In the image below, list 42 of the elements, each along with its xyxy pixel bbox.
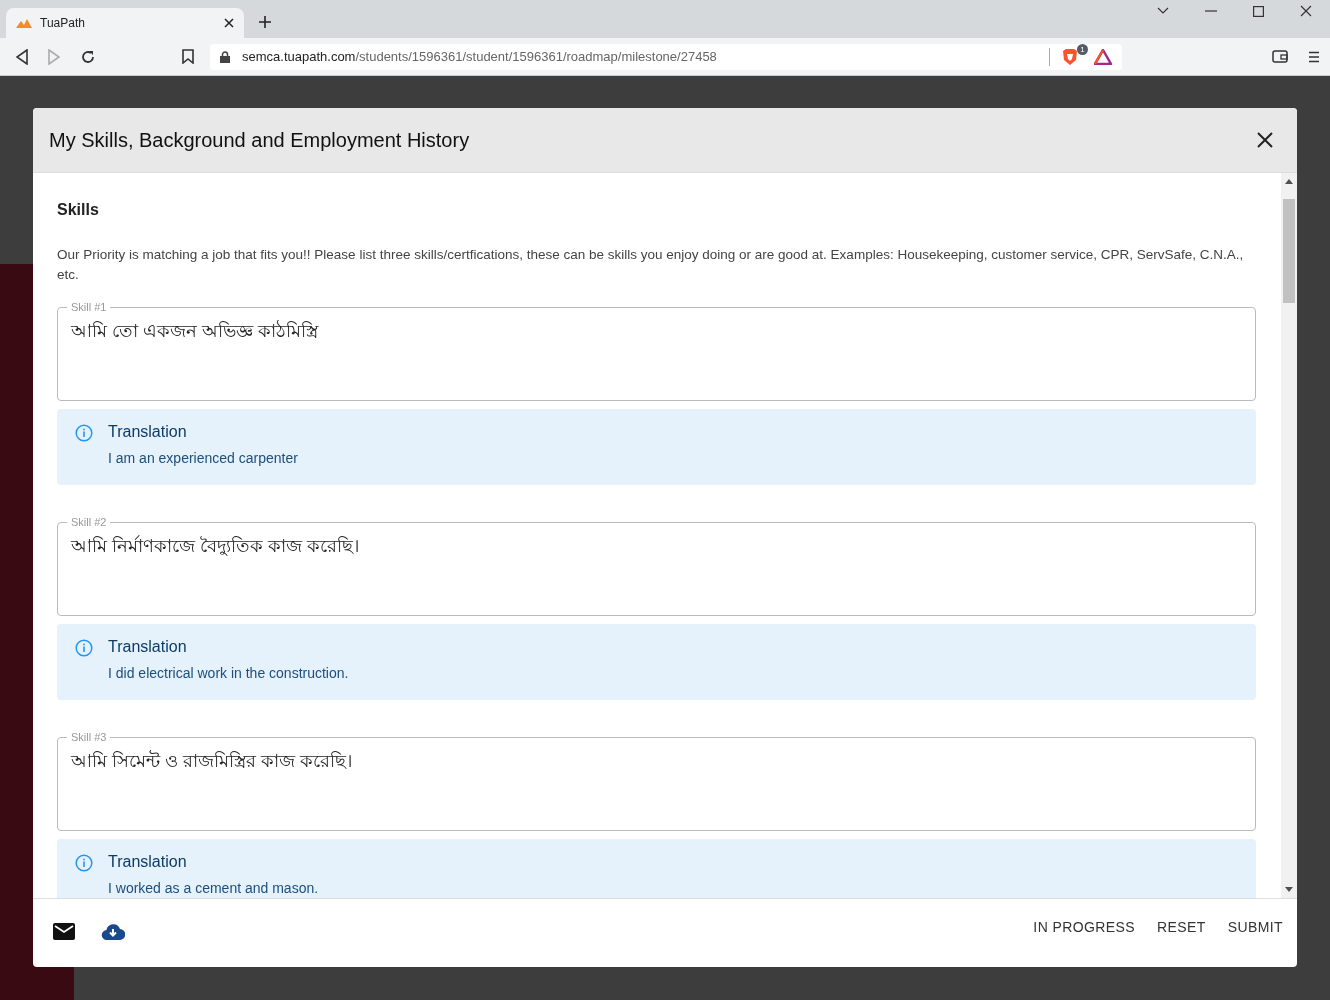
address-bar[interactable]: semca.tuapath.com/students/1596361/student/1596361/roadmap/milestone/27458 1 xyxy=(210,43,1122,70)
close-icon[interactable] xyxy=(224,18,234,28)
alert-title: Translation xyxy=(108,853,188,871)
action-button[interactable]: SUBMIT xyxy=(1223,913,1287,941)
field-label: Skill #3 xyxy=(70,731,108,743)
alert-title: Translation xyxy=(108,638,188,656)
envelope-icon[interactable] xyxy=(53,922,75,940)
back-icon[interactable] xyxy=(16,48,28,65)
action-button[interactable]: RESET xyxy=(1153,913,1210,941)
chevron-down-icon[interactable] xyxy=(1157,7,1169,15)
bookmark-icon[interactable] xyxy=(182,49,194,64)
mountain-logo-icon xyxy=(16,18,32,28)
lock-icon xyxy=(220,50,230,63)
scrollbar[interactable] xyxy=(1281,173,1297,898)
browser-tab[interactable]: TuaPath xyxy=(6,8,244,38)
skill-text-area[interactable]: Skill #3 আমি সিমেন্ট ও রাজমিস্ত্রির কাজ করেছি। xyxy=(57,731,1256,831)
dialog-title: My Skills, Background and Employment History xyxy=(49,128,471,152)
close-icon[interactable] xyxy=(1300,5,1312,17)
skill-text-area[interactable]: Skill #1 আমি তো একজন অভিজ্ঞ কাঠমিস্ত্রি xyxy=(57,301,1256,401)
maximize-icon[interactable] xyxy=(1253,5,1264,17)
field-label: Skill #1 xyxy=(70,301,108,313)
info-icon xyxy=(75,639,93,657)
triangle-logo-icon[interactable] xyxy=(1094,48,1112,65)
info-icon xyxy=(75,424,93,442)
reload-icon[interactable] xyxy=(80,48,96,65)
translation-text: I am an experienced carpenter xyxy=(108,450,298,466)
skill-text-area[interactable]: Skill #2 আমি নির্মাণকাজে বৈদ্যুতিক কাজ করেছি। xyxy=(57,516,1256,616)
translation-text: I did electrical work in the construction. xyxy=(108,665,349,681)
instructions-text: Our Priority is matching a job that fits you!! Please list three skills/certfications, these can be skills you enjoy doing or are good at. Examples: Housekeeping, customer service, CPR, ServSafe, C.N.A., etc. xyxy=(57,246,1245,284)
action-button[interactable]: IN PROGRESS xyxy=(1029,913,1139,941)
translation-text: I worked as a cement and mason. xyxy=(108,880,319,896)
menu-icon[interactable] xyxy=(1308,50,1320,63)
plus-icon[interactable] xyxy=(258,15,272,29)
url-text: semca.tuapath.com/students/1596361/student/1596361/roadmap/milestone/27458 xyxy=(242,49,717,64)
count-badge: 1 xyxy=(1077,43,1088,55)
cloud-download-icon[interactable] xyxy=(101,922,125,940)
wallet-icon[interactable] xyxy=(1272,50,1288,63)
field-label: Skill #2 xyxy=(70,516,108,528)
info-icon xyxy=(75,854,93,872)
close-icon[interactable] xyxy=(1257,132,1273,148)
alert-title: Translation xyxy=(108,423,188,441)
section-heading: Skills xyxy=(57,201,100,219)
